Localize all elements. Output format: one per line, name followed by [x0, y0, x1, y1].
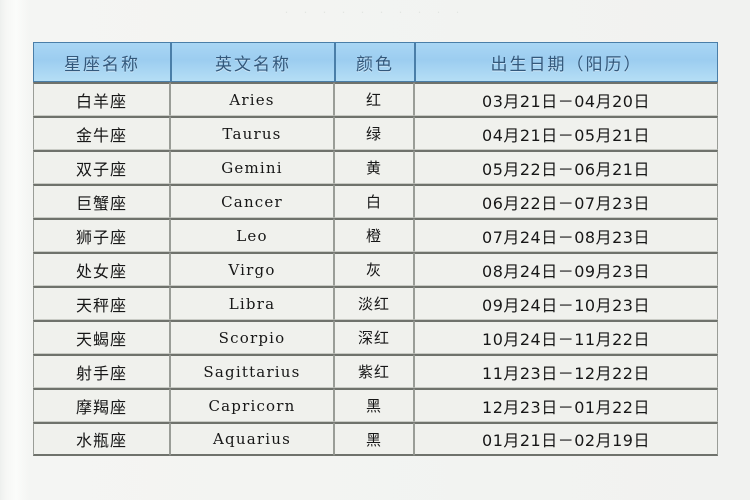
cell-name-en: Scorpio — [170, 320, 334, 354]
cell-date: 05月22日－06月21日 — [414, 150, 718, 184]
cell-date: 04月21日－05月21日 — [414, 116, 718, 150]
cell-name-cn: 天蝎座 — [33, 320, 170, 354]
cell-color: 绿 — [334, 116, 414, 150]
cell-color: 黑 — [334, 388, 414, 422]
cell-name-cn: 狮子座 — [33, 218, 170, 252]
table-row: 天蝎座 Scorpio 深红 10月24日－11月22日 — [33, 320, 718, 354]
table-row: 巨蟹座 Cancer 白 06月22日－07月23日 — [33, 184, 718, 218]
table-row: 射手座 Sagittarius 紫红 11月23日－12月22日 — [33, 354, 718, 388]
cell-name-cn: 金牛座 — [33, 116, 170, 150]
cell-date: 01月21日－02月19日 — [414, 422, 718, 456]
cell-name-en: Leo — [170, 218, 334, 252]
column-header-name-cn-label: 星座名称 — [64, 54, 140, 75]
cell-name-cn: 双子座 — [33, 150, 170, 184]
column-header-name-en-label: 英文名称 — [215, 54, 291, 75]
cell-date: 12月23日－01月22日 — [414, 388, 718, 422]
cell-name-cn: 处女座 — [33, 252, 170, 286]
cell-name-cn: 水瓶座 — [33, 422, 170, 456]
cell-name-en: Libra — [170, 286, 334, 320]
cell-color: 白 — [334, 184, 414, 218]
cell-color: 红 — [334, 82, 414, 116]
table-row: 双子座 Gemini 黄 05月22日－06月21日 — [33, 150, 718, 184]
table-row: 天秤座 Libra 淡红 09月24日－10月23日 — [33, 286, 718, 320]
cell-name-en: Aries — [170, 82, 334, 116]
cell-date: 11月23日－12月22日 — [414, 354, 718, 388]
cell-color: 黄 — [334, 150, 414, 184]
column-header-name-en: 英文名称 — [170, 42, 334, 82]
cell-name-cn: 射手座 — [33, 354, 170, 388]
cell-color: 深红 — [334, 320, 414, 354]
table-row: 金牛座 Taurus 绿 04月21日－05月21日 — [33, 116, 718, 150]
table-body: 白羊座 Aries 红 03月21日－04月20日 金牛座 Taurus 绿 04月21日－0… — [33, 82, 718, 456]
cell-color: 淡红 — [334, 286, 414, 320]
column-header-date: 出生日期（阳历） — [414, 42, 718, 82]
cell-name-en: Virgo — [170, 252, 334, 286]
table-row: 水瓶座 Aquarius 黑 01月21日－02月19日 — [33, 422, 718, 456]
cell-name-en: Sagittarius — [170, 354, 334, 388]
table-row: 摩羯座 Capricorn 黑 12月23日－01月22日 — [33, 388, 718, 422]
top-faint-text: · · · · · · · · · · — [284, 6, 466, 19]
cell-date: 06月22日－07月23日 — [414, 184, 718, 218]
column-header-color-label: 颜色 — [356, 54, 394, 75]
column-header-name-cn: 星座名称 — [33, 42, 170, 82]
column-header-color: 颜色 — [334, 42, 414, 82]
cell-date: 08月24日－09月23日 — [414, 252, 718, 286]
table-row: 处女座 Virgo 灰 08月24日－09月23日 — [33, 252, 718, 286]
column-header-date-label: 出生日期（阳历） — [490, 54, 643, 75]
cell-color: 灰 — [334, 252, 414, 286]
cell-name-en: Taurus — [170, 116, 334, 150]
cell-date: 09月24日－10月23日 — [414, 286, 718, 320]
cell-date: 03月21日－04月20日 — [414, 82, 718, 116]
cell-name-cn: 摩羯座 — [33, 388, 170, 422]
table-row: 狮子座 Leo 橙 07月24日－08月23日 — [33, 218, 718, 252]
cell-color: 橙 — [334, 218, 414, 252]
table-row: 白羊座 Aries 红 03月21日－04月20日 — [33, 82, 718, 116]
table-header: 星座名称 英文名称 颜色 出生日期（阳历） — [33, 42, 718, 82]
cell-name-cn: 白羊座 — [33, 82, 170, 116]
cell-name-en: Capricorn — [170, 388, 334, 422]
cell-name-en: Gemini — [170, 150, 334, 184]
cell-name-en: Cancer — [170, 184, 334, 218]
cell-date: 07月24日－08月23日 — [414, 218, 718, 252]
zodiac-table: 星座名称 英文名称 颜色 出生日期（阳历） 白羊座 Aries 红 03月21日－04… — [33, 42, 718, 456]
header-row: 星座名称 英文名称 颜色 出生日期（阳历） — [33, 42, 718, 82]
cell-name-cn: 天秤座 — [33, 286, 170, 320]
cell-color: 黑 — [334, 422, 414, 456]
cell-name-cn: 巨蟹座 — [33, 184, 170, 218]
cell-date: 10月24日－11月22日 — [414, 320, 718, 354]
cell-name-en: Aquarius — [170, 422, 334, 456]
cell-color: 紫红 — [334, 354, 414, 388]
